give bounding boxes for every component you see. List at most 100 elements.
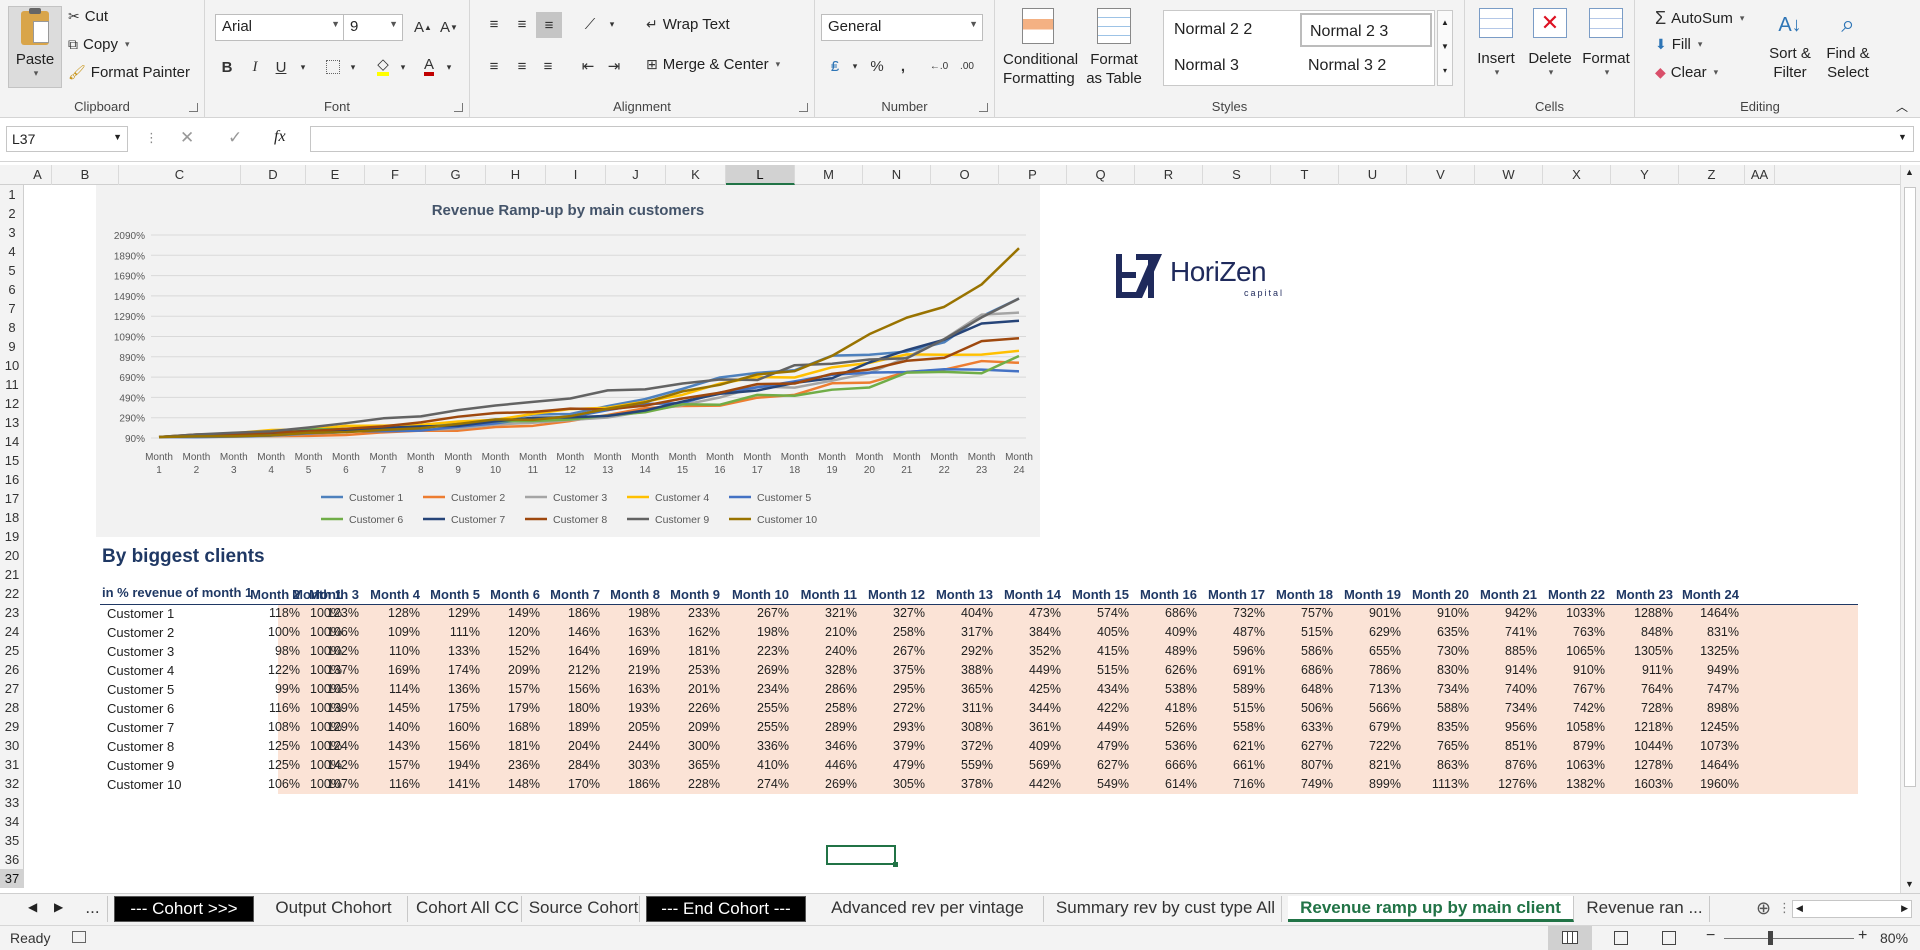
row-header[interactable]: 8 — [0, 318, 24, 337]
vertical-scrollbar[interactable]: ▲ ▼ — [1900, 165, 1920, 895]
table-cell[interactable]: 574% — [1067, 604, 1135, 623]
table-cell[interactable]: 1058% — [1543, 718, 1611, 737]
table-cell[interactable]: 763% — [1543, 623, 1611, 642]
prev-sheet-icon[interactable]: ◀ — [28, 900, 37, 914]
row-header[interactable]: 32 — [0, 774, 24, 793]
column-header[interactable]: AA — [1745, 165, 1775, 185]
normal-view-button[interactable] — [1548, 926, 1592, 950]
table-cell[interactable]: 596% — [1203, 642, 1271, 661]
table-cell[interactable]: 876% — [1475, 756, 1543, 775]
table-cell[interactable]: 372% — [931, 737, 999, 756]
table-cell[interactable]: 162% — [666, 623, 726, 642]
table-cell[interactable]: 152% — [486, 642, 546, 661]
row-header[interactable]: 13 — [0, 413, 24, 432]
table-cell[interactable]: 124% — [306, 737, 365, 756]
align-middle-icon[interactable]: ≡ — [510, 12, 534, 36]
table-cell[interactable]: 189% — [546, 718, 606, 737]
table-cell[interactable]: 449% — [999, 661, 1067, 680]
align-top-icon[interactable]: ≡ — [482, 12, 506, 36]
table-cell[interactable]: 614% — [1135, 775, 1203, 794]
column-header[interactable]: J — [606, 165, 666, 185]
table-cell[interactable]: 128% — [365, 604, 426, 623]
row-header[interactable]: 9 — [0, 337, 24, 356]
row-header[interactable]: 11 — [0, 375, 24, 394]
table-cell[interactable]: 212% — [546, 661, 606, 680]
table-cell[interactable]: 911% — [1611, 661, 1679, 680]
add-sheet-icon[interactable]: ⊕ — [1756, 898, 1771, 919]
zoom-in-icon[interactable]: + — [1858, 927, 1867, 945]
table-cell[interactable]: 181% — [666, 642, 726, 661]
align-center-icon[interactable]: ≡ — [510, 54, 534, 78]
table-cell[interactable]: 730% — [1407, 642, 1475, 661]
table-cell[interactable]: 686% — [1135, 604, 1203, 623]
orientation-icon[interactable]: ⟋ — [578, 12, 602, 36]
table-cell[interactable]: 910% — [1407, 604, 1475, 623]
table-cell[interactable]: 848% — [1611, 623, 1679, 642]
table-cell[interactable]: 409% — [1135, 623, 1203, 642]
table-cell[interactable]: 629% — [1339, 623, 1407, 642]
scroll-right-icon[interactable]: ▶ — [1901, 903, 1908, 914]
table-cell[interactable]: 559% — [931, 756, 999, 775]
chevron-down-icon[interactable]: ▾ — [291, 55, 315, 79]
table-cell[interactable]: 379% — [863, 737, 931, 756]
font-size-combo[interactable]: 9 ▼ — [343, 14, 403, 41]
increase-indent-icon[interactable]: ⇥ — [602, 54, 626, 78]
table-cell[interactable]: 286% — [795, 680, 863, 699]
table-cell[interactable]: 899% — [1339, 775, 1407, 794]
table-cell[interactable]: 156% — [426, 737, 486, 756]
table-cell[interactable]: 549% — [1067, 775, 1135, 794]
row-header[interactable]: 4 — [0, 242, 24, 261]
row-header[interactable]: 19 — [0, 527, 24, 546]
table-cell[interactable]: 300% — [666, 737, 726, 756]
table-cell[interactable]: 146% — [546, 623, 606, 642]
table-cell[interactable]: 164% — [546, 642, 606, 661]
table-cell[interactable]: 125% — [241, 737, 306, 756]
table-cell[interactable]: 949% — [1679, 661, 1745, 680]
table-cell[interactable]: 157% — [486, 680, 546, 699]
table-cell[interactable]: 1960% — [1679, 775, 1745, 794]
table-cell[interactable]: 741% — [1475, 623, 1543, 642]
table-cell[interactable]: 106% — [241, 775, 306, 794]
column-header[interactable]: E — [306, 165, 365, 185]
enter-icon[interactable]: ✓ — [228, 128, 242, 148]
style-normal-3[interactable]: Normal 3 — [1166, 49, 1296, 83]
alignment-launcher-icon[interactable] — [799, 103, 808, 112]
table-cell[interactable]: 228% — [666, 775, 726, 794]
table-cell[interactable]: 655% — [1339, 642, 1407, 661]
sheet-tab[interactable]: Output Chohort — [260, 896, 408, 922]
table-cell[interactable]: 442% — [999, 775, 1067, 794]
table-cell[interactable]: 174% — [426, 661, 486, 680]
table-cell[interactable]: 633% — [1271, 718, 1339, 737]
table-cell[interactable]: 1063% — [1543, 756, 1611, 775]
table-cell[interactable]: 446% — [795, 756, 863, 775]
table-cell[interactable]: 734% — [1475, 699, 1543, 718]
table-cell[interactable]: 274% — [726, 775, 795, 794]
table-cell[interactable]: 734% — [1407, 680, 1475, 699]
table-cell[interactable]: 142% — [306, 756, 365, 775]
autosum-button[interactable]: Σ AutoSum ▾ — [1655, 8, 1744, 29]
table-cell[interactable]: 258% — [795, 699, 863, 718]
row-header[interactable]: 29 — [0, 717, 24, 736]
table-cell[interactable]: 116% — [365, 775, 426, 794]
row-header[interactable]: 17 — [0, 489, 24, 508]
table-cell[interactable]: 118% — [241, 604, 306, 623]
table-cell[interactable]: 327% — [863, 604, 931, 623]
sheet-tab[interactable]: Revenue ramp up by main client — [1288, 896, 1574, 922]
column-header[interactable]: Y — [1611, 165, 1679, 185]
table-cell[interactable]: 170% — [546, 775, 606, 794]
row-header[interactable]: 22 — [0, 584, 24, 603]
table-cell[interactable]: 205% — [606, 718, 666, 737]
column-header[interactable]: F — [365, 165, 426, 185]
align-bottom-icon[interactable]: ≡ — [536, 12, 562, 38]
row-header[interactable]: 18 — [0, 508, 24, 527]
table-cell[interactable]: 410% — [726, 756, 795, 775]
table-cell[interactable]: 722% — [1339, 737, 1407, 756]
table-cell[interactable]: 415% — [1067, 642, 1135, 661]
table-cell[interactable]: 292% — [931, 642, 999, 661]
table-cell[interactable]: 295% — [863, 680, 931, 699]
table-cell[interactable]: 110% — [365, 642, 426, 661]
table-cell[interactable]: 344% — [999, 699, 1067, 718]
table-cell[interactable]: 879% — [1543, 737, 1611, 756]
align-right-icon[interactable]: ≡ — [536, 54, 560, 78]
table-cell[interactable]: 116% — [241, 699, 306, 718]
